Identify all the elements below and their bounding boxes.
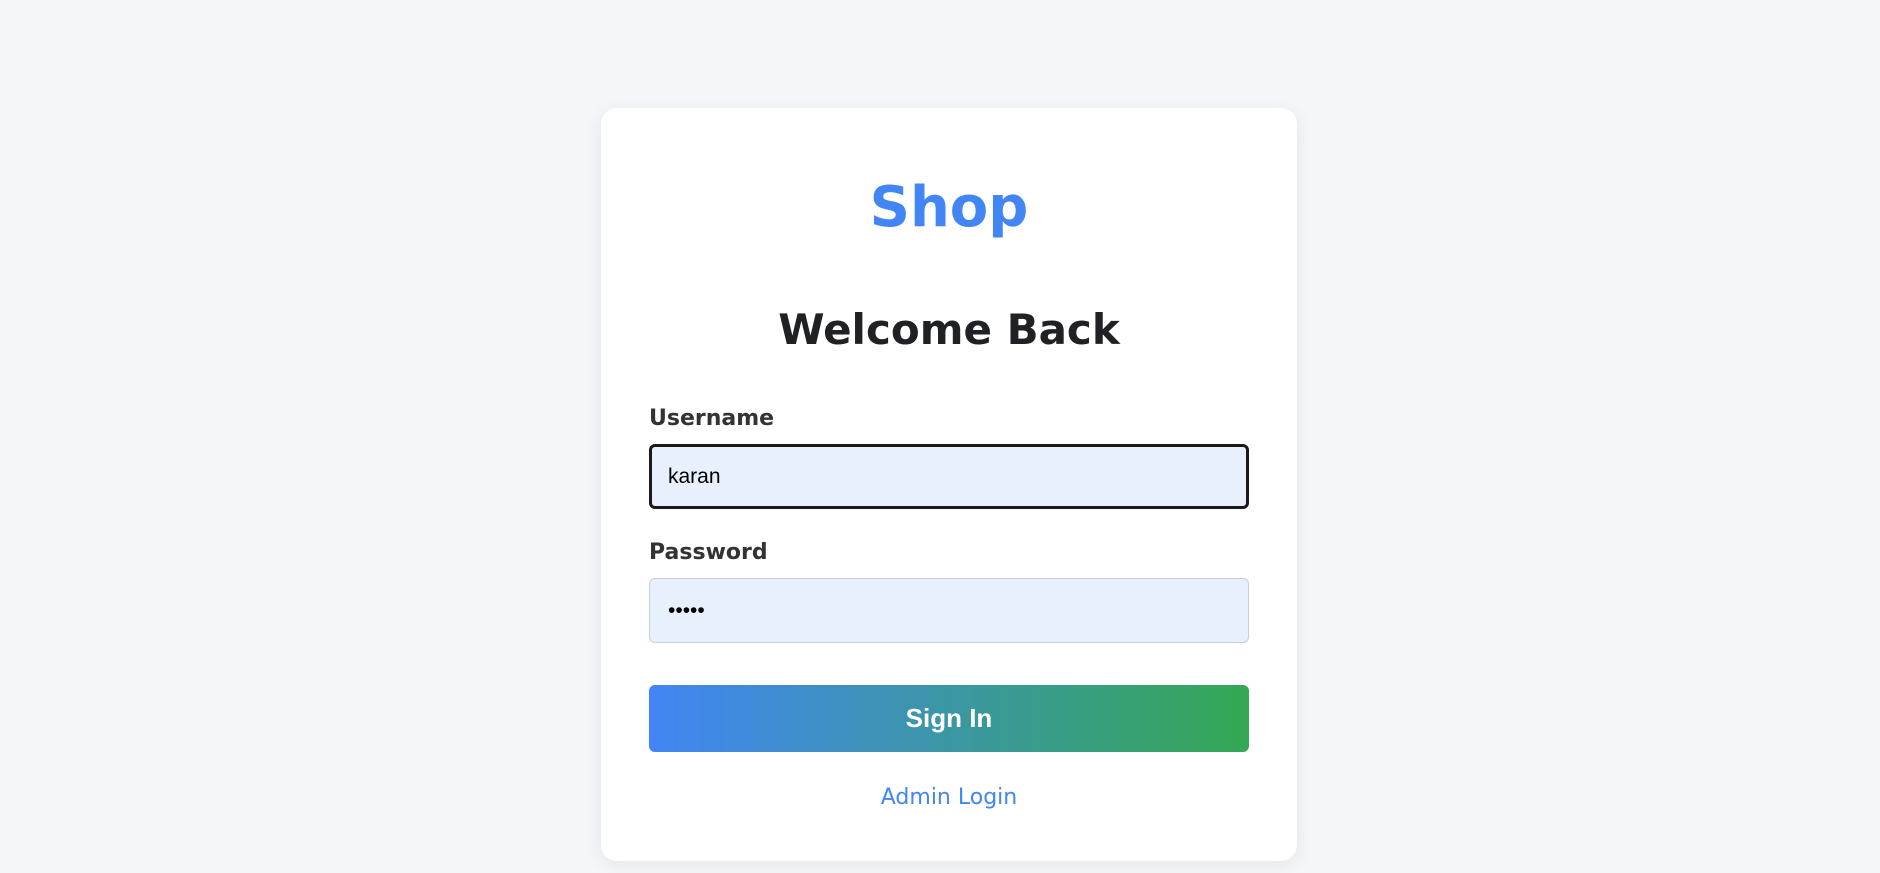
sign-in-button[interactable]: Sign In [649, 685, 1249, 752]
admin-login-link[interactable]: Admin Login [601, 785, 1297, 810]
username-label: Username [649, 406, 775, 431]
page-title: Welcome Back [778, 305, 1120, 354]
login-card: Shop Welcome Back Username Password Sign… [601, 108, 1297, 861]
username-input[interactable] [649, 444, 1249, 509]
password-input[interactable] [649, 578, 1249, 643]
password-label: Password [649, 540, 768, 565]
brand-logo: Shop [869, 175, 1029, 240]
